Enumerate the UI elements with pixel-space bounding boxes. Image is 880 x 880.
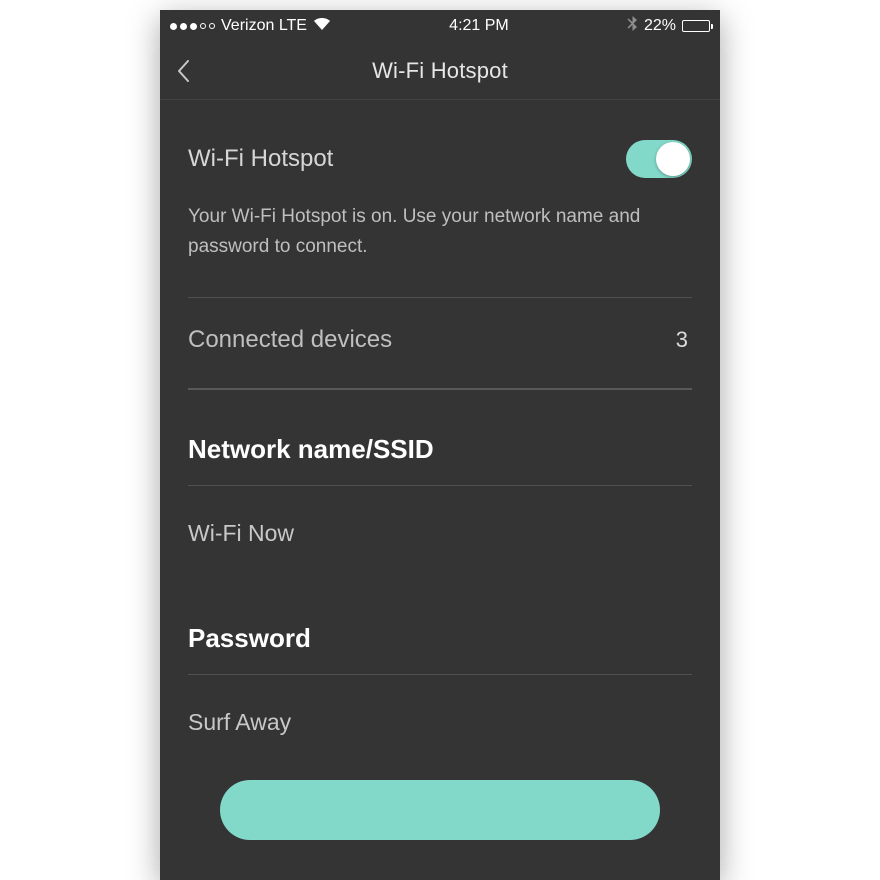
nav-bar: Wi-Fi Hotspot — [160, 42, 720, 100]
status-bar-left: Verizon LTE — [170, 17, 331, 35]
carrier-label: Verizon LTE — [221, 17, 307, 35]
hotspot-label: Wi-Fi Hotspot — [188, 145, 333, 173]
status-bar-time: 4:21 PM — [331, 17, 627, 35]
divider — [188, 674, 692, 675]
connected-devices-row[interactable]: Connected devices 3 — [188, 298, 692, 388]
battery-icon — [682, 20, 710, 32]
signal-dots-icon — [170, 23, 215, 30]
primary-button[interactable] — [220, 780, 660, 840]
password-value[interactable]: Surf Away — [188, 709, 692, 768]
hotspot-toggle[interactable] — [626, 140, 692, 178]
hotspot-description: Your Wi-Fi Hotspot is on. Use your netwo… — [188, 202, 692, 263]
password-header: Password — [188, 623, 692, 654]
connected-devices-count: 3 — [676, 327, 692, 353]
status-bar-right: 22% — [627, 16, 710, 37]
page-title: Wi-Fi Hotspot — [372, 58, 508, 84]
back-button[interactable] — [176, 42, 190, 99]
bluetooth-icon — [627, 16, 638, 37]
divider — [188, 485, 692, 486]
divider — [188, 388, 692, 390]
toggle-knob — [656, 142, 690, 176]
battery-percent: 22% — [644, 17, 676, 35]
status-bar: Verizon LTE 4:21 PM 22% — [160, 10, 720, 42]
network-name-value[interactable]: Wi-Fi Now — [188, 520, 692, 579]
connected-devices-label: Connected devices — [188, 326, 392, 354]
content: Wi-Fi Hotspot Your Wi-Fi Hotspot is on. … — [160, 100, 720, 768]
hotspot-row: Wi-Fi Hotspot — [188, 100, 692, 178]
phone-screen: Verizon LTE 4:21 PM 22% Wi-Fi Hotspot Wi… — [160, 10, 720, 880]
wifi-icon — [313, 17, 331, 35]
chevron-left-icon — [176, 60, 190, 82]
network-name-header: Network name/SSID — [188, 434, 692, 465]
